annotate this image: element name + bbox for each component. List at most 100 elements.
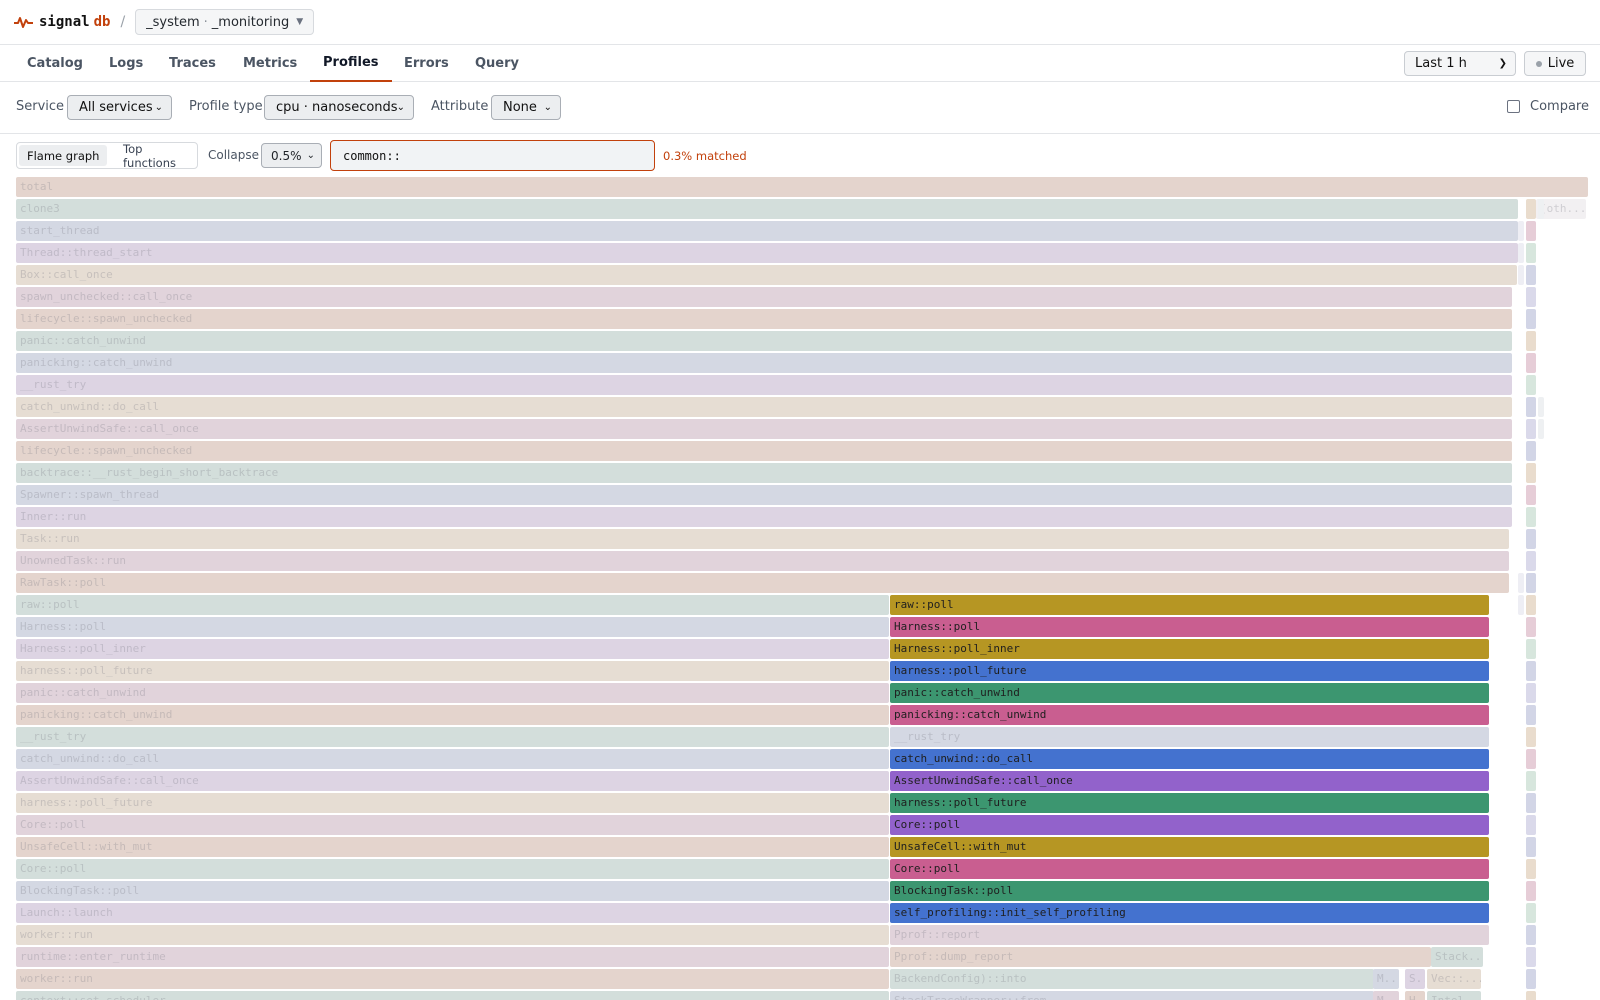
flame-frame-narrow[interactable]: [1526, 595, 1536, 615]
compare-label[interactable]: Compare: [1530, 99, 1589, 114]
tab-logs[interactable]: Logs: [96, 45, 156, 82]
flame-frame-match[interactable]: StackTraceWrapper::from: [890, 991, 1374, 1000]
flame-frame-narrow[interactable]: [1526, 771, 1536, 791]
flame-frame-small[interactable]: H...: [1405, 991, 1425, 1000]
flame-frame-narrow[interactable]: [1526, 727, 1536, 747]
flame-frame-narrow[interactable]: [1526, 947, 1536, 967]
flame-frame[interactable]: Harness::poll_inner: [16, 639, 889, 659]
tab-profiles[interactable]: Profiles: [310, 45, 392, 82]
flame-frame-small[interactable]: S...: [1405, 969, 1425, 989]
flame-frame-narrow[interactable]: [1526, 199, 1536, 219]
flame-frame-match[interactable]: catch_unwind::do_call: [890, 749, 1489, 769]
tab-errors[interactable]: Errors: [391, 45, 462, 82]
tab-traces[interactable]: Traces: [156, 45, 229, 82]
flame-frame[interactable]: panic::catch_unwind: [16, 683, 889, 703]
flame-frame-narrow[interactable]: [1526, 309, 1536, 329]
flame-frame[interactable]: Launch::launch: [16, 903, 889, 923]
flame-frame-match[interactable]: harness::poll_future: [890, 793, 1489, 813]
flame-frame-match[interactable]: raw::poll: [890, 595, 1489, 615]
flame-frame-narrow[interactable]: [1526, 243, 1536, 263]
flame-frame[interactable]: context::set_scheduler: [16, 991, 889, 1000]
flame-frame[interactable]: backtrace::__rust_begin_short_backtrace: [16, 463, 1512, 483]
flame-frame-match[interactable]: Core::poll: [890, 815, 1489, 835]
flame-frame-small[interactable]: Stack...: [1431, 947, 1483, 967]
logo[interactable]: signal db: [14, 14, 110, 30]
flame-frame-narrow[interactable]: [1526, 969, 1536, 989]
flame-frame[interactable]: __rust_try: [16, 727, 889, 747]
flame-graph-tab[interactable]: Flame graph: [19, 145, 108, 166]
flame-frame[interactable]: Task::run: [16, 529, 1509, 549]
flame-frame-small[interactable]: M...: [1373, 969, 1399, 989]
flame-frame[interactable]: raw::poll: [16, 595, 889, 615]
flame-frame-small[interactable]: M...: [1373, 991, 1399, 1000]
flame-frame[interactable]: spawn_unchecked::call_once: [16, 287, 1512, 307]
flame-frame-narrow[interactable]: [1526, 573, 1536, 593]
flame-frame-match[interactable]: harness::poll_future: [890, 661, 1489, 681]
flame-frame[interactable]: BlockingTask::poll: [16, 881, 889, 901]
flame-frame-narrow[interactable]: [1526, 903, 1536, 923]
time-range-select[interactable]: Last 1 h ❯: [1404, 51, 1516, 76]
flame-frame[interactable]: panic::catch_unwind: [16, 331, 1512, 351]
flame-frame-narrow[interactable]: [1538, 199, 1544, 219]
flame-frame-narrow[interactable]: [1526, 331, 1536, 351]
flame-frame-small[interactable]: Intel...: [1427, 991, 1481, 1000]
flame-frame-narrow[interactable]: [1526, 793, 1536, 813]
flame-frame-narrow[interactable]: [1526, 287, 1536, 307]
flame-frame[interactable]: RawTask::poll: [16, 573, 1509, 593]
flame-frame-narrow[interactable]: [1526, 837, 1536, 857]
flame-frame-narrow[interactable]: [1518, 265, 1524, 285]
flame-frame-narrow[interactable]: [1526, 617, 1536, 637]
flame-frame-narrow[interactable]: [1526, 397, 1536, 417]
flame-frame-narrow[interactable]: [1526, 661, 1536, 681]
flame-frame-narrow[interactable]: [1526, 881, 1536, 901]
flame-frame-narrow[interactable]: [1526, 529, 1536, 549]
database-picker[interactable]: _system · _monitoring ▼: [135, 9, 315, 35]
flame-frame-narrow[interactable]: [1526, 463, 1536, 483]
flame-frame-narrow[interactable]: [1526, 749, 1536, 769]
collapse-select[interactable]: 0.5% ⌄: [261, 143, 322, 168]
flame-frame-narrow[interactable]: [1518, 243, 1524, 263]
flame-frame[interactable]: harness::poll_future: [16, 661, 889, 681]
flame-frame[interactable]: Core::poll: [16, 815, 889, 835]
flame-frame[interactable]: lifecycle::spawn_unchecked: [16, 309, 1512, 329]
flame-frame[interactable]: start_thread: [16, 221, 1518, 241]
top-functions-tab[interactable]: Top functions: [115, 142, 197, 170]
flame-frame[interactable]: AssertUnwindSafe::call_once: [16, 419, 1512, 439]
flame-frame[interactable]: total: [16, 177, 1588, 197]
flame-frame-match[interactable]: AssertUnwindSafe::call_once: [890, 771, 1489, 791]
flame-frame-narrow[interactable]: [1526, 375, 1536, 395]
flame-frame-narrow[interactable]: [1526, 815, 1536, 835]
flame-frame-narrow[interactable]: [1526, 925, 1536, 945]
flame-frame[interactable]: Box::call_once: [16, 265, 1517, 285]
flame-frame[interactable]: Core::poll: [16, 859, 889, 879]
compare-checkbox[interactable]: [1507, 100, 1520, 113]
flame-frame[interactable]: worker::run: [16, 925, 889, 945]
tab-metrics[interactable]: Metrics: [230, 45, 310, 82]
flame-frame-match[interactable]: Core::poll: [890, 859, 1489, 879]
flame-frame[interactable]: AssertUnwindSafe::call_once: [16, 771, 889, 791]
flame-frame-narrow[interactable]: [1526, 551, 1536, 571]
flame-frame[interactable]: UnownedTask::run: [16, 551, 1509, 571]
flame-graph[interactable]: total clone3 start_thread Thread::thread_st…: [0, 175, 1600, 1000]
flame-frame-match[interactable]: panic::catch_unwind: [890, 683, 1489, 703]
flame-frame-match[interactable]: Harness::poll: [890, 617, 1489, 637]
flame-frame-narrow[interactable]: [1526, 991, 1536, 1000]
flame-frame-match[interactable]: UnsafeCell::with_mut: [890, 837, 1489, 857]
flame-frame-narrow[interactable]: [1526, 683, 1536, 703]
flame-frame[interactable]: clone3: [16, 199, 1518, 219]
flame-frame[interactable]: Spawner::spawn_thread: [16, 485, 1512, 505]
flame-frame-narrow[interactable]: [1526, 705, 1536, 725]
flame-frame-match[interactable]: panicking::catch_unwind: [890, 705, 1489, 725]
flame-frame[interactable]: runtime::enter_runtime: [16, 947, 889, 967]
flame-frame-match[interactable]: Harness::poll_inner: [890, 639, 1489, 659]
flame-frame-narrow[interactable]: [1518, 221, 1524, 241]
flame-frame[interactable]: worker::run: [16, 969, 889, 989]
flame-frame[interactable]: UnsafeCell::with_mut: [16, 837, 889, 857]
flame-frame-narrow[interactable]: [1538, 419, 1544, 439]
flame-frame-small[interactable]: Vec::...: [1427, 969, 1481, 989]
flame-frame-match[interactable]: BackendConfig)::into: [890, 969, 1374, 989]
flame-frame-match[interactable]: Pprof::report: [890, 925, 1489, 945]
flame-frame-narrow[interactable]: [1526, 859, 1536, 879]
flame-frame-match[interactable]: BlockingTask::poll: [890, 881, 1489, 901]
flame-frame[interactable]: panicking::catch_unwind: [16, 705, 889, 725]
